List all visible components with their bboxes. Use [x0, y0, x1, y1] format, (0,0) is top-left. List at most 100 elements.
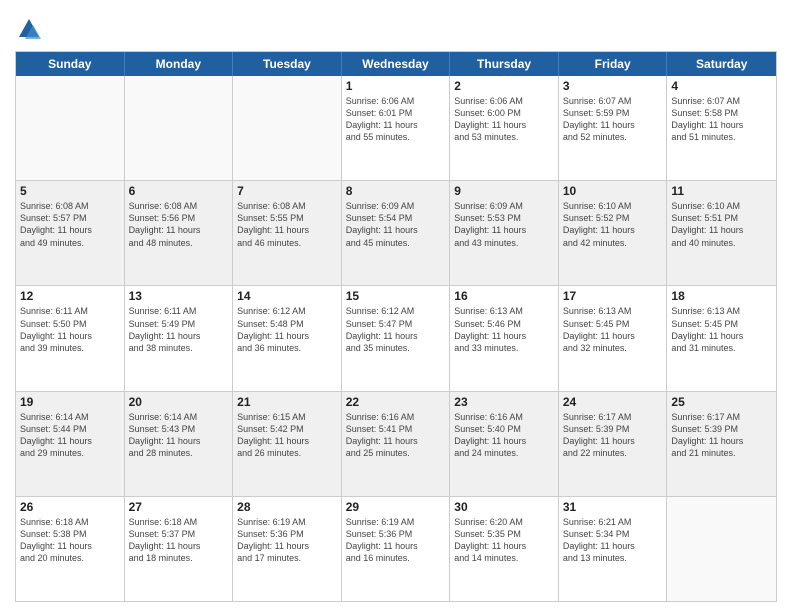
day-info: Sunrise: 6:13 AM Sunset: 5:45 PM Dayligh…	[671, 305, 772, 354]
day-number: 6	[129, 184, 229, 198]
header-day-monday: Monday	[125, 52, 234, 76]
day-number: 26	[20, 500, 120, 514]
day-number: 25	[671, 395, 772, 409]
day-number: 21	[237, 395, 337, 409]
day-info: Sunrise: 6:13 AM Sunset: 5:46 PM Dayligh…	[454, 305, 554, 354]
day-info: Sunrise: 6:19 AM Sunset: 5:36 PM Dayligh…	[346, 516, 446, 565]
day-number: 18	[671, 289, 772, 303]
calendar-row-2: 12 Sunrise: 6:11 AM Sunset: 5:50 PM Dayli…	[16, 286, 776, 391]
day-number: 12	[20, 289, 120, 303]
day-info: Sunrise: 6:19 AM Sunset: 5:36 PM Dayligh…	[237, 516, 337, 565]
calendar-cell-7: 7 Sunrise: 6:08 AM Sunset: 5:55 PM Daylig…	[233, 181, 342, 285]
calendar-cell-28: 28 Sunrise: 6:19 AM Sunset: 5:36 PM Dayli…	[233, 497, 342, 601]
day-number: 24	[563, 395, 663, 409]
calendar-cell-18: 18 Sunrise: 6:13 AM Sunset: 5:45 PM Dayli…	[667, 286, 776, 390]
day-number: 8	[346, 184, 446, 198]
day-number: 28	[237, 500, 337, 514]
day-info: Sunrise: 6:13 AM Sunset: 5:45 PM Dayligh…	[563, 305, 663, 354]
calendar-cell-25: 25 Sunrise: 6:17 AM Sunset: 5:39 PM Dayli…	[667, 392, 776, 496]
day-info: Sunrise: 6:14 AM Sunset: 5:44 PM Dayligh…	[20, 411, 120, 460]
calendar-cell-5: 5 Sunrise: 6:08 AM Sunset: 5:57 PM Daylig…	[16, 181, 125, 285]
day-info: Sunrise: 6:08 AM Sunset: 5:57 PM Dayligh…	[20, 200, 120, 249]
day-info: Sunrise: 6:12 AM Sunset: 5:48 PM Dayligh…	[237, 305, 337, 354]
day-info: Sunrise: 6:11 AM Sunset: 5:49 PM Dayligh…	[129, 305, 229, 354]
calendar-body: 1 Sunrise: 6:06 AM Sunset: 6:01 PM Daylig…	[16, 76, 776, 601]
calendar-cell-1: 1 Sunrise: 6:06 AM Sunset: 6:01 PM Daylig…	[342, 76, 451, 180]
calendar-cell-30: 30 Sunrise: 6:20 AM Sunset: 5:35 PM Dayli…	[450, 497, 559, 601]
calendar-row-0: 1 Sunrise: 6:06 AM Sunset: 6:01 PM Daylig…	[16, 76, 776, 181]
calendar-cell-3: 3Sunrise: 6:07 AM Sunset: 5:59 PM Daylig…	[559, 76, 668, 180]
day-number: 31	[563, 500, 663, 514]
calendar-cell-17: 17 Sunrise: 6:13 AM Sunset: 5:45 PM Dayli…	[559, 286, 668, 390]
day-number: 9	[454, 184, 554, 198]
header-day-friday: Friday	[559, 52, 668, 76]
day-number: 19	[20, 395, 120, 409]
calendar-row-3: 19 Sunrise: 6:14 AM Sunset: 5:44 PM Dayli…	[16, 392, 776, 497]
day-number: 23	[454, 395, 554, 409]
calendar-row-1: 5 Sunrise: 6:08 AM Sunset: 5:57 PM Daylig…	[16, 181, 776, 286]
day-info: Sunrise: 6:18 AM Sunset: 5:38 PM Dayligh…	[20, 516, 120, 565]
day-number: 14	[237, 289, 337, 303]
header-day-sunday: Sunday	[16, 52, 125, 76]
header-day-saturday: Saturday	[667, 52, 776, 76]
day-number: 10	[563, 184, 663, 198]
calendar-row-4: 26 Sunrise: 6:18 AM Sunset: 5:38 PM Dayli…	[16, 497, 776, 601]
header-day-tuesday: Tuesday	[233, 52, 342, 76]
calendar-cell-11: 11 Sunrise: 6:10 AM Sunset: 5:51 PM Dayli…	[667, 181, 776, 285]
day-number: 5	[20, 184, 120, 198]
logo-icon	[15, 15, 43, 43]
calendar-cell-26: 26 Sunrise: 6:18 AM Sunset: 5:38 PM Dayli…	[16, 497, 125, 601]
day-info: Sunrise: 6:12 AM Sunset: 5:47 PM Dayligh…	[346, 305, 446, 354]
day-number: 7	[237, 184, 337, 198]
calendar-cell-empty	[233, 76, 342, 180]
day-number: 4	[671, 79, 772, 93]
calendar-cell-27: 27Sunrise: 6:18 AM Sunset: 5:37 PM Dayli…	[125, 497, 234, 601]
day-info: Sunrise: 6:06 AM Sunset: 6:01 PM Dayligh…	[346, 95, 446, 144]
day-info: Sunrise: 6:20 AM Sunset: 5:35 PM Dayligh…	[454, 516, 554, 565]
calendar-cell-empty	[667, 497, 776, 601]
day-number: 1	[346, 79, 446, 93]
day-number: 22	[346, 395, 446, 409]
calendar-cell-31: 31Sunrise: 6:21 AM Sunset: 5:34 PM Dayli…	[559, 497, 668, 601]
header-day-wednesday: Wednesday	[342, 52, 451, 76]
day-info: Sunrise: 6:09 AM Sunset: 5:54 PM Dayligh…	[346, 200, 446, 249]
header-day-thursday: Thursday	[450, 52, 559, 76]
day-number: 13	[129, 289, 229, 303]
day-number: 17	[563, 289, 663, 303]
day-info: Sunrise: 6:14 AM Sunset: 5:43 PM Dayligh…	[129, 411, 229, 460]
day-number: 27	[129, 500, 229, 514]
day-info: Sunrise: 6:11 AM Sunset: 5:50 PM Dayligh…	[20, 305, 120, 354]
day-number: 29	[346, 500, 446, 514]
calendar-cell-empty	[16, 76, 125, 180]
calendar-cell-6: 6 Sunrise: 6:08 AM Sunset: 5:56 PM Daylig…	[125, 181, 234, 285]
calendar-cell-9: 9Sunrise: 6:09 AM Sunset: 5:53 PM Daylig…	[450, 181, 559, 285]
day-number: 3	[563, 79, 663, 93]
calendar-cell-10: 10 Sunrise: 6:10 AM Sunset: 5:52 PM Dayli…	[559, 181, 668, 285]
calendar: SundayMondayTuesdayWednesdayThursdayFrid…	[15, 51, 777, 602]
calendar-cell-24: 24 Sunrise: 6:17 AM Sunset: 5:39 PM Dayli…	[559, 392, 668, 496]
day-number: 20	[129, 395, 229, 409]
calendar-cell-13: 13 Sunrise: 6:11 AM Sunset: 5:49 PM Dayli…	[125, 286, 234, 390]
day-info: Sunrise: 6:10 AM Sunset: 5:52 PM Dayligh…	[563, 200, 663, 249]
calendar-cell-12: 12 Sunrise: 6:11 AM Sunset: 5:50 PM Dayli…	[16, 286, 125, 390]
logo	[15, 15, 47, 43]
day-number: 2	[454, 79, 554, 93]
day-number: 16	[454, 289, 554, 303]
day-info: Sunrise: 6:17 AM Sunset: 5:39 PM Dayligh…	[671, 411, 772, 460]
day-info: Sunrise: 6:17 AM Sunset: 5:39 PM Dayligh…	[563, 411, 663, 460]
page: SundayMondayTuesdayWednesdayThursdayFrid…	[0, 0, 792, 612]
day-info: Sunrise: 6:08 AM Sunset: 5:56 PM Dayligh…	[129, 200, 229, 249]
calendar-cell-15: 15Sunrise: 6:12 AM Sunset: 5:47 PM Dayli…	[342, 286, 451, 390]
calendar-cell-8: 8 Sunrise: 6:09 AM Sunset: 5:54 PM Daylig…	[342, 181, 451, 285]
calendar-cell-14: 14 Sunrise: 6:12 AM Sunset: 5:48 PM Dayli…	[233, 286, 342, 390]
calendar-cell-19: 19 Sunrise: 6:14 AM Sunset: 5:44 PM Dayli…	[16, 392, 125, 496]
header	[15, 10, 777, 43]
calendar-cell-16: 16 Sunrise: 6:13 AM Sunset: 5:46 PM Dayli…	[450, 286, 559, 390]
day-number: 30	[454, 500, 554, 514]
day-number: 11	[671, 184, 772, 198]
calendar-cell-20: 20 Sunrise: 6:14 AM Sunset: 5:43 PM Dayli…	[125, 392, 234, 496]
day-info: Sunrise: 6:10 AM Sunset: 5:51 PM Dayligh…	[671, 200, 772, 249]
calendar-cell-29: 29 Sunrise: 6:19 AM Sunset: 5:36 PM Dayli…	[342, 497, 451, 601]
calendar-cell-22: 22Sunrise: 6:16 AM Sunset: 5:41 PM Dayli…	[342, 392, 451, 496]
day-info: Sunrise: 6:08 AM Sunset: 5:55 PM Dayligh…	[237, 200, 337, 249]
